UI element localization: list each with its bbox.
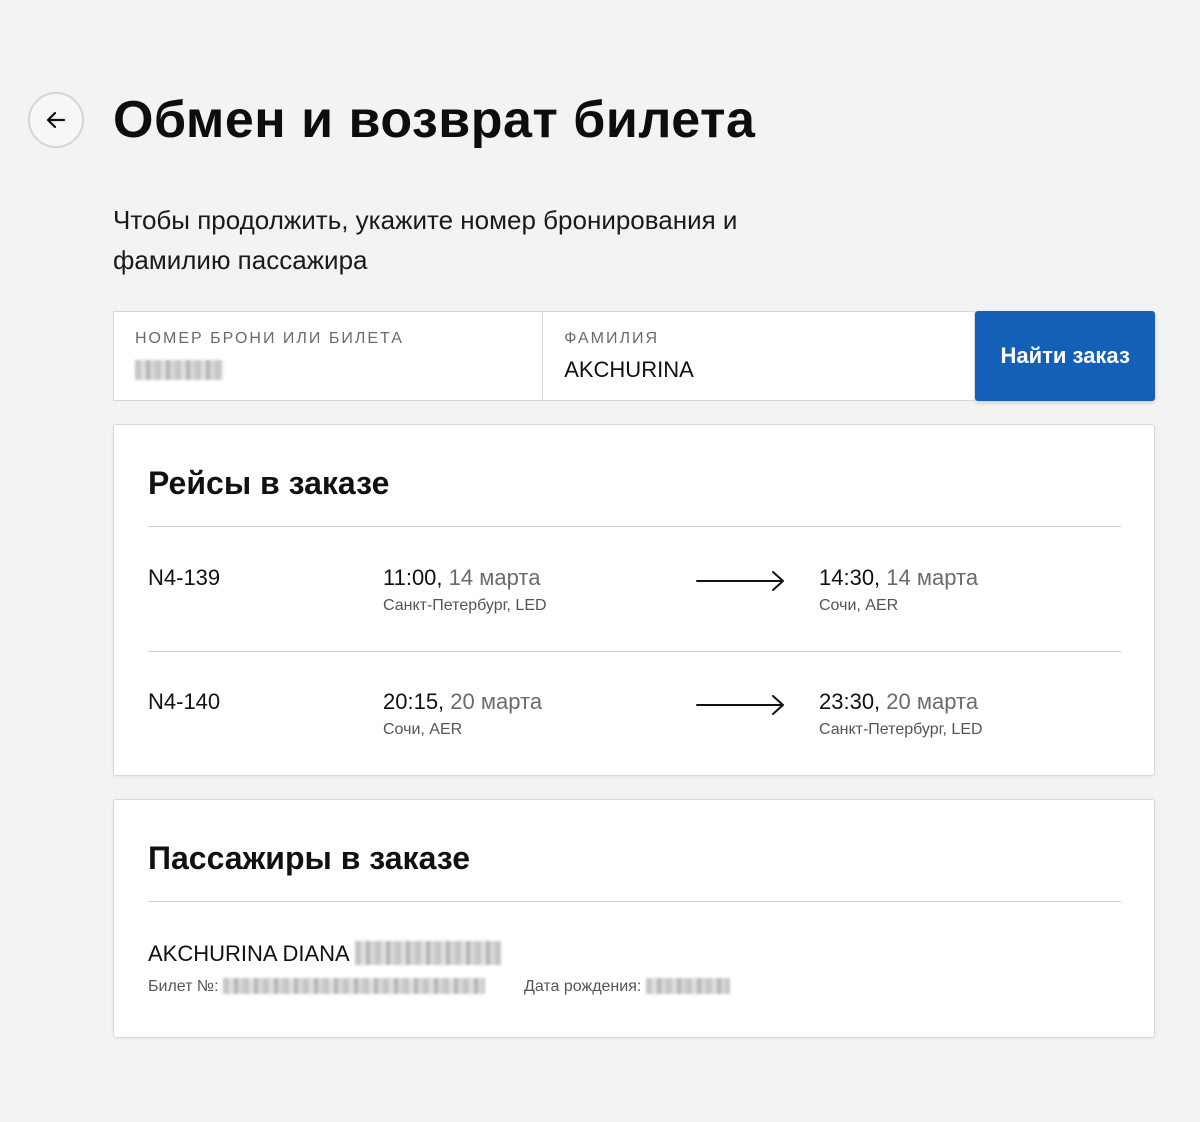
redacted-date-of-birth [645, 978, 730, 994]
booking-number-value[interactable] [135, 356, 521, 384]
flight-number: N4-140 [148, 689, 221, 714]
redacted-ticket-number [222, 978, 485, 994]
find-order-button[interactable]: Найти заказ [975, 311, 1155, 401]
departure: 20:15, 20 марта Сочи, AER [383, 687, 542, 741]
page: Обмен и возврат билета Чтобы продолжить,… [0, 0, 1200, 1122]
date-of-birth: Дата рождения: [524, 976, 730, 998]
redacted-middle-name [354, 941, 501, 965]
intro-text: Чтобы продолжить, укажите номер брониров… [113, 205, 738, 275]
departure-time: 20:15, 20 марта [383, 689, 543, 714]
surname-value[interactable]: AKCHURINA [564, 356, 953, 384]
departure: 11:00, 14 марта Санкт-Петербург, LED [383, 563, 547, 617]
flight-number: N4-139 [148, 565, 221, 590]
arrival-time: 14:30, 14 марта [819, 565, 979, 590]
arrival: 14:30, 14 марта Сочи, AER [819, 563, 978, 617]
ticket-number: Билет №: [148, 976, 485, 998]
arrival-time: 23:30, 20 марта [819, 689, 979, 714]
arrow-left-icon [46, 111, 66, 129]
divider [148, 651, 1121, 652]
redacted-booking-number [135, 360, 223, 380]
surname-field[interactable]: ФАМИЛИЯ AKCHURINA [543, 311, 976, 401]
arrival: 23:30, 20 марта Санкт-Петербург, LED [819, 687, 983, 741]
departure-time: 11:00, 14 марта [383, 565, 541, 590]
passengers-card: Пассажиры в заказе AKCHURINA DIANA Билет… [113, 799, 1155, 1038]
surname-label: ФАМИЛИЯ [564, 330, 660, 347]
booking-number-field[interactable]: НОМЕР БРОНИ ИЛИ БИЛЕТА [113, 311, 544, 401]
passenger-name: AKCHURINA DIANA [148, 939, 501, 969]
back-button[interactable] [28, 92, 84, 148]
passengers-title: Пассажиры в заказе [148, 840, 471, 876]
departure-place: Сочи, AER [383, 721, 463, 738]
booking-number-label: НОМЕР БРОНИ ИЛИ БИЛЕТА [135, 330, 404, 347]
arrow-right-icon [696, 571, 784, 591]
departure-place: Санкт-Петербург, LED [383, 597, 547, 614]
arrow-right-icon [696, 695, 784, 715]
flights-card: Рейсы в заказе N4-139 11:00, 14 марта Са… [113, 424, 1155, 776]
arrival-place: Сочи, AER [819, 597, 899, 614]
search-form: НОМЕР БРОНИ ИЛИ БИЛЕТА ФАМИЛИЯ AKCHURINA… [113, 311, 1155, 401]
flight-row: N4-140 20:15, 20 марта Сочи, AER 23:30, … [148, 687, 1121, 777]
flight-row: N4-139 11:00, 14 марта Санкт-Петербург, … [148, 563, 1121, 653]
page-title: Обмен и возврат билета [113, 91, 756, 149]
arrival-place: Санкт-Петербург, LED [819, 721, 983, 738]
divider [148, 526, 1121, 527]
divider [148, 901, 1121, 902]
flights-title: Рейсы в заказе [148, 465, 390, 501]
